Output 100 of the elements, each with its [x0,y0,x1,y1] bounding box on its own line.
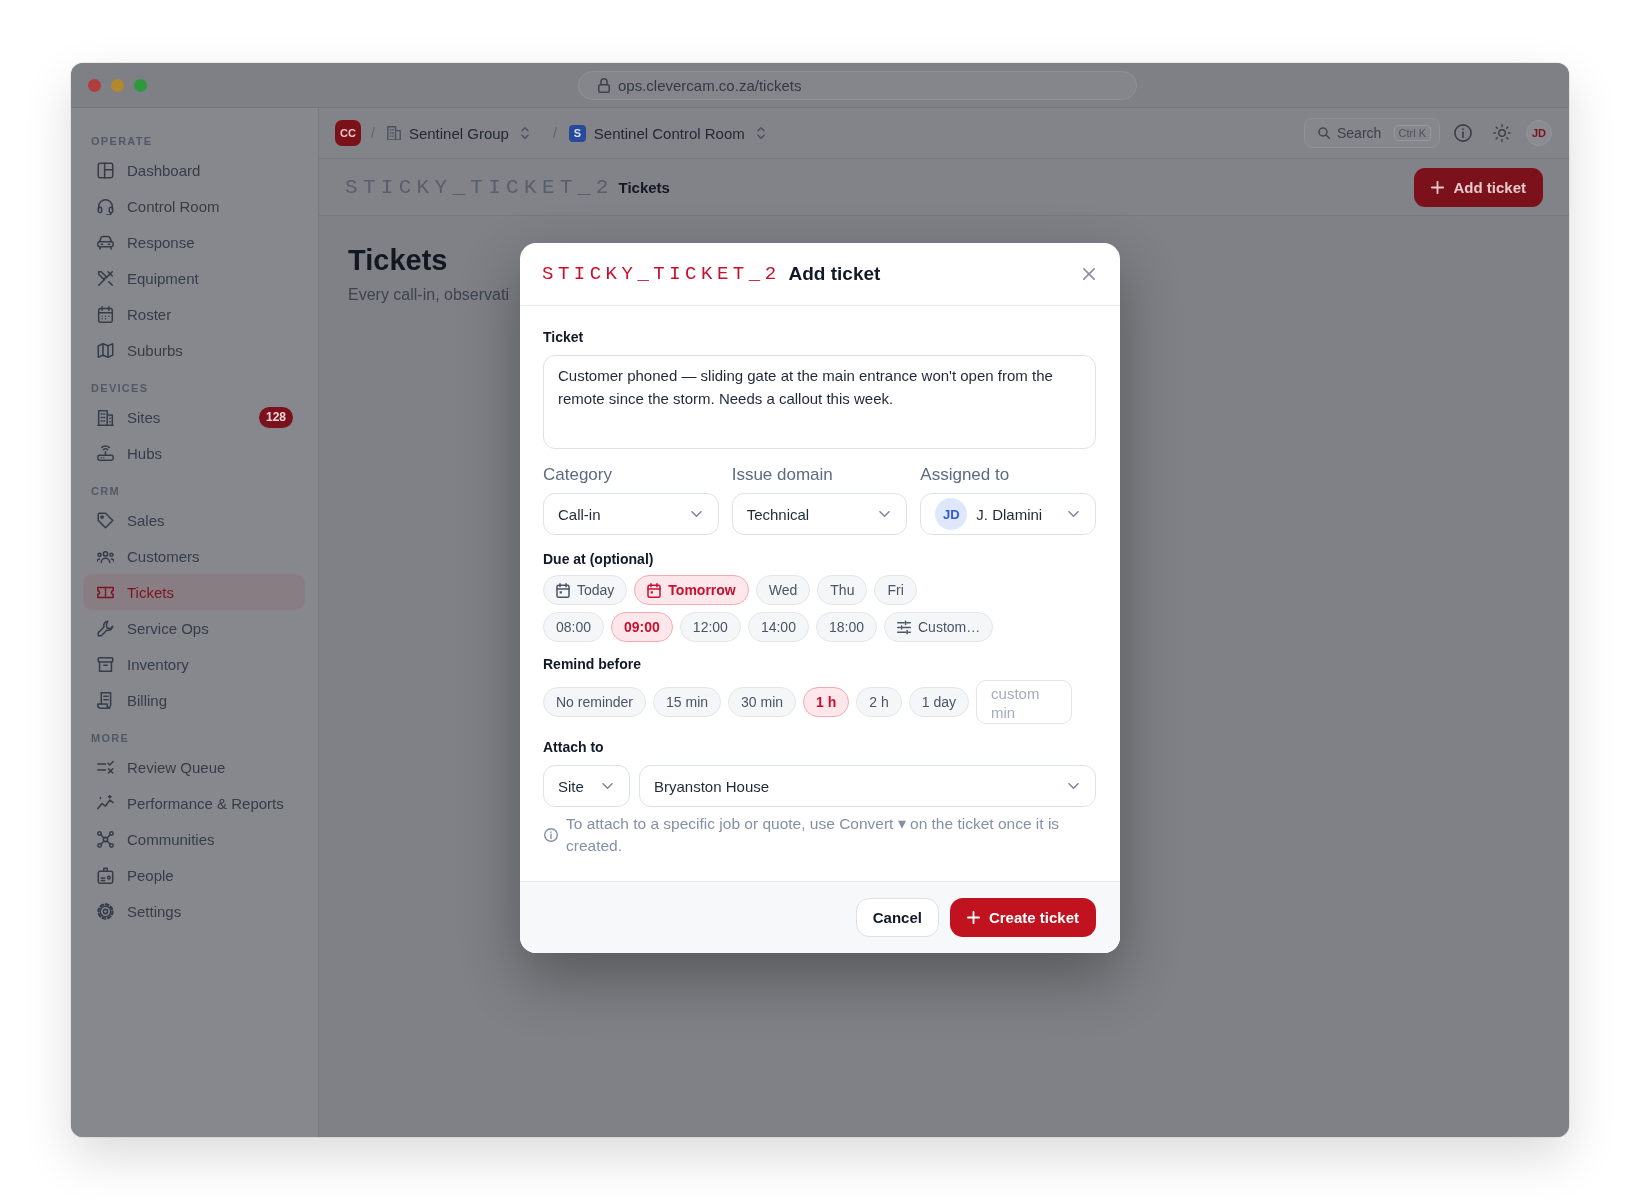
reminder-chip[interactable]: 2 h [856,687,902,717]
chevron-down-icon [1068,783,1079,789]
day-chip[interactable]: Fri [874,575,917,605]
field-label: Due at (optional) [543,551,654,568]
dropdown-field[interactable]: Bryanston House [639,765,1096,807]
dialog-marker: STICKY_TICKET_2 [542,263,781,285]
dropdown-field[interactable]: JD J. Dlamini [920,493,1096,535]
add-ticket-button[interactable]: Add ticket [1414,167,1543,207]
time-chip[interactable]: 14:00 [747,612,809,642]
chevron-down-icon [1068,511,1079,517]
time-chip[interactable]: 09:00 [611,612,673,642]
page-breadcrumb: Tickets [618,178,670,196]
car-icon [97,233,114,251]
tools-icon [97,269,114,287]
sidebar-item[interactable]: Billing [83,682,305,718]
list-check-icon [97,758,114,776]
sidebar-item[interactable]: Control Room [83,188,305,224]
field-label: Attach to [543,739,604,756]
sidebar-item[interactable]: Equipment [83,260,305,296]
wrench-icon [97,619,114,637]
sidebar-item[interactable]: Sales [83,502,305,538]
calendar-icon [647,582,662,598]
sidebar-item[interactable]: People [83,857,305,893]
lock-icon [598,77,610,93]
time-chip[interactable]: 12:00 [679,612,741,642]
time-chip[interactable]: 18:00 [815,612,877,642]
space-badge: S [568,124,586,142]
field-label: Assigned to [920,465,1010,485]
sidebar-item[interactable]: Communities [83,821,305,857]
window-close-button[interactable] [88,78,101,92]
sidebar-item[interactable]: Response [83,224,305,260]
field-label: Category [543,465,612,485]
chevron-updown-icon [756,127,765,139]
router-icon [97,444,114,462]
sun-icon[interactable] [1493,124,1511,142]
dialog-title: Add ticket [788,263,881,285]
headset-icon [97,197,114,215]
sidebar-item[interactable]: Service Ops [83,610,305,646]
page-subtitle: Every call-in, observati [348,285,509,305]
reminder-chip[interactable]: 1 day [908,687,970,717]
info-icon[interactable] [1454,124,1472,142]
chart-line-icon [97,794,114,812]
ticket-text-field[interactable]: Customer phoned — sliding gate at the main entrance won't open from the remote since the storm. Needs a callout this week. [543,355,1096,449]
dropdown-field[interactable]: Technical [731,493,908,535]
sidebar-item[interactable]: Sites 128 [83,399,305,435]
time-chip[interactable]: 08:00 [543,612,605,642]
search-icon [1318,127,1330,139]
cancel-button[interactable]: Cancel [855,898,939,937]
map-icon [97,341,114,359]
reminder-chip[interactable]: No reminder [543,687,647,717]
assignee-avatar: JD [935,498,968,530]
chevron-down-icon [602,783,613,789]
breadcrumb-link[interactable]: S Sentinel Control Room [568,124,765,142]
sidebar-item[interactable]: Settings [83,893,305,929]
field-label: Ticket [543,329,584,346]
create-ticket-button[interactable]: Create ticket [949,898,1096,937]
building-icon [97,408,114,426]
breadcrumb-separator: / [371,125,375,141]
plus-icon [1431,180,1445,194]
user-avatar[interactable]: JD [1526,120,1552,146]
sidebar-item[interactable]: Dashboard [83,152,305,188]
calendar-icon [97,305,114,323]
address-bar[interactable]: ops.clevercam.co.za/tickets [578,70,1137,100]
page-title: Tickets [348,243,448,277]
sliders-icon [897,619,911,635]
day-chip[interactable]: Today [543,575,628,605]
sidebar-item[interactable]: Review Queue [83,749,305,785]
custom-time-chip[interactable]: Custom… [884,612,994,642]
dropdown-field[interactable]: Call-in [543,493,719,535]
day-chip[interactable]: Tomorrow [634,575,749,605]
info-icon [544,828,558,842]
layout-icon [97,161,114,179]
breadcrumb-link[interactable]: Sentinel Group [386,124,529,142]
sidebar-item[interactable]: Roster [83,296,305,332]
calendar-icon [556,582,570,598]
chevron-updown-icon [520,127,529,139]
sidebar-item[interactable]: Performance & Reports [83,785,305,821]
reminder-chip[interactable]: 30 min [728,687,797,717]
settings-icon [97,902,114,920]
day-chip[interactable]: Wed [755,575,811,605]
day-chip[interactable]: Thu [817,575,868,605]
org-badge[interactable]: CC [335,120,361,146]
close-icon [1083,268,1095,280]
chevron-down-icon [690,511,702,517]
network-icon [97,830,114,848]
chevron-down-icon [879,511,891,517]
hint-text: To attach to a specific job or quote, use Convert ▾ on the ticket once it is created. [566,814,1061,856]
sidebar-item[interactable]: Inventory [83,646,305,682]
count-badge: 128 [258,406,293,428]
reminder-chip[interactable]: 15 min [653,687,722,717]
sidebar-item[interactable]: Suburbs [83,332,305,368]
breadcrumb-separator: / [552,125,557,141]
id-badge-icon [97,866,114,884]
field-label: Remind before [543,656,641,673]
dropdown-field[interactable]: Site [543,765,630,807]
field-label: Issue domain [731,465,833,485]
archive-icon [97,655,114,673]
reminder-chip[interactable]: 1 h [803,687,850,717]
sidebar-item[interactable]: Customers [83,538,305,574]
sidebar-item[interactable]: Hubs [83,435,305,471]
